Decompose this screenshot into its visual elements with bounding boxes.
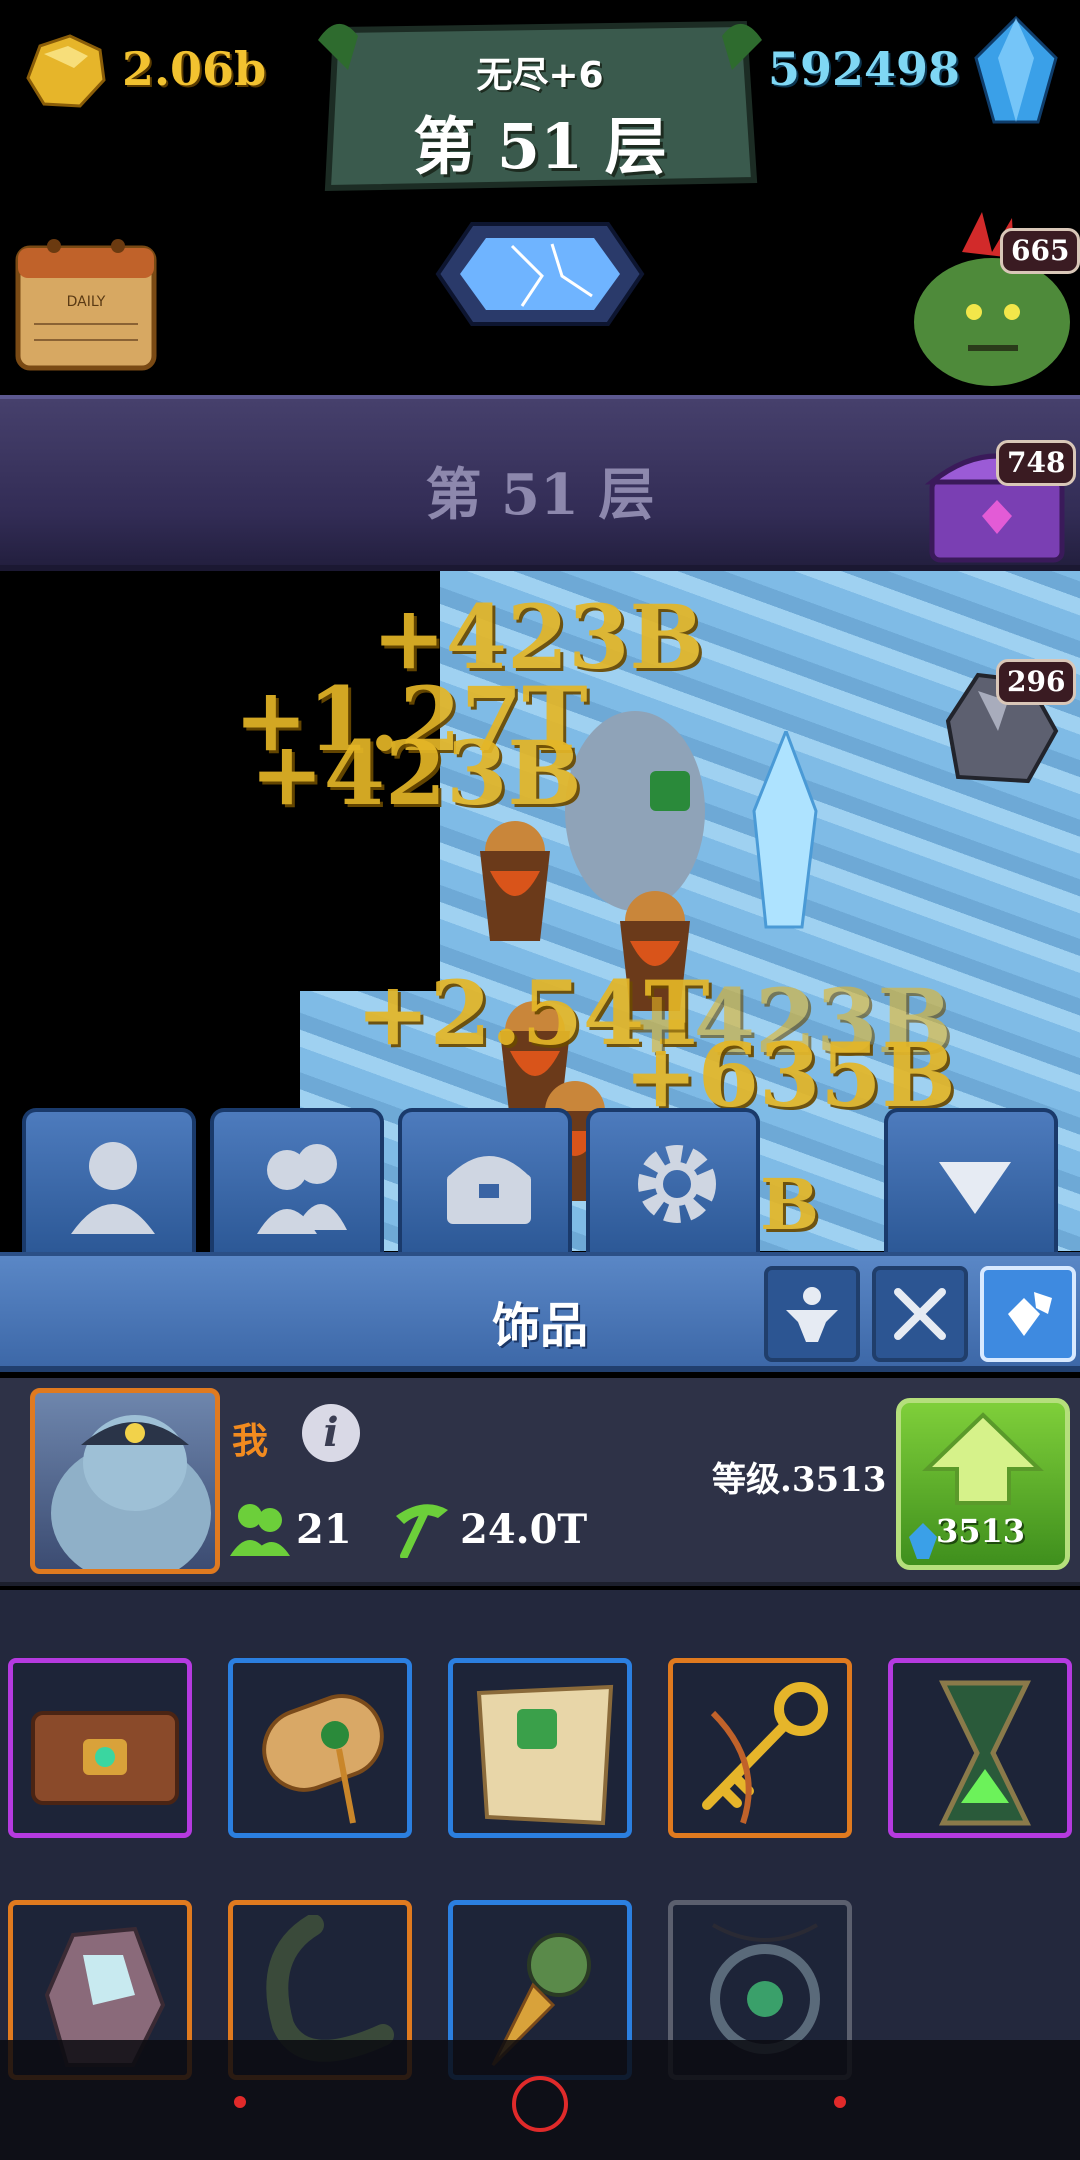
hourglass-icon bbox=[939, 1680, 1031, 1826]
blue-gem-icon bbox=[974, 15, 1058, 124]
inventory-slot[interactable] bbox=[228, 1658, 412, 1838]
mine-floor-label: 第 51 层 bbox=[425, 462, 655, 528]
svg-text:DAILY: DAILY bbox=[67, 294, 106, 310]
boss-count-badge: 665 bbox=[1000, 228, 1080, 274]
tab-miner-group[interactable] bbox=[210, 1108, 384, 1254]
filter-gems-button[interactable] bbox=[980, 1266, 1076, 1362]
gold-nugget-icon bbox=[26, 34, 106, 108]
filter-tools-button[interactable] bbox=[872, 1266, 968, 1362]
floor-subtitle: 无尽+6 bbox=[476, 55, 604, 96]
floating-reward-number: B bbox=[760, 1163, 820, 1246]
floating-reward-number: +423B bbox=[250, 721, 582, 825]
tab-settings[interactable] bbox=[586, 1108, 760, 1254]
workers-count: 21 bbox=[296, 1506, 352, 1553]
chest-count-badge: 748 bbox=[996, 440, 1077, 486]
player-avatar[interactable] bbox=[30, 1388, 220, 1574]
nav-dot-left[interactable] bbox=[234, 2096, 246, 2108]
tab-miner-profile[interactable] bbox=[22, 1108, 196, 1254]
map-icon bbox=[476, 1684, 614, 1826]
gold-amount: 2.06b bbox=[122, 42, 267, 96]
dwarf-miner-character bbox=[480, 821, 550, 941]
mining-power-value: 24.0T bbox=[460, 1506, 588, 1553]
filter-strength-button[interactable] bbox=[764, 1266, 860, 1362]
info-icon[interactable]: i bbox=[302, 1404, 360, 1462]
collapse-panel-button[interactable] bbox=[884, 1108, 1058, 1254]
golden-key-icon bbox=[702, 1682, 828, 1824]
nav-home-button[interactable] bbox=[512, 2076, 568, 2132]
crystal-boost-button[interactable] bbox=[432, 216, 648, 332]
player-level: 等级.3513 bbox=[712, 1460, 887, 1500]
inventory-slot[interactable] bbox=[668, 1658, 852, 1838]
ice-crystal-icon bbox=[752, 731, 818, 929]
ore-count-badge: 296 bbox=[996, 659, 1077, 705]
upgrade-cost: 3513 bbox=[936, 1512, 1026, 1550]
inventory-slot[interactable] bbox=[8, 1658, 192, 1838]
gems-icon bbox=[1008, 1292, 1052, 1336]
nav-dot-right[interactable] bbox=[834, 2096, 846, 2108]
settings-gear-icon bbox=[638, 1145, 716, 1223]
inventory-slot[interactable] bbox=[448, 1658, 632, 1838]
strength-icon bbox=[786, 1287, 838, 1342]
pickaxe-power-icon bbox=[396, 1504, 448, 1558]
gem-cost-icon bbox=[909, 1523, 937, 1559]
chest-icon bbox=[447, 1156, 531, 1224]
upgrade-arrow-icon bbox=[922, 1412, 1044, 1505]
scroll-icon bbox=[262, 1694, 384, 1824]
section-title: 饰品 bbox=[491, 1298, 588, 1354]
inventory-slot[interactable] bbox=[888, 1658, 1072, 1838]
daily-calendar-button[interactable]: DAILY bbox=[10, 228, 162, 378]
collapse-arrow-icon bbox=[939, 1162, 1011, 1214]
spellbook-icon bbox=[31, 1711, 179, 1805]
floor-title: 第 51 层 bbox=[413, 110, 667, 183]
gem-amount: 592498 bbox=[768, 42, 961, 96]
tab-chest[interactable] bbox=[398, 1108, 572, 1254]
miner-avatar-icon bbox=[51, 1415, 211, 1569]
crossed-tools-icon bbox=[894, 1288, 946, 1340]
miner-group-icon bbox=[257, 1144, 347, 1234]
player-name: 我 bbox=[232, 1421, 269, 1462]
miner-profile-icon bbox=[71, 1142, 155, 1234]
workers-icon bbox=[230, 1504, 290, 1556]
